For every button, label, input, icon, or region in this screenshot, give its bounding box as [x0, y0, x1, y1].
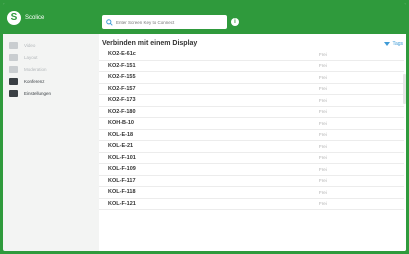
logo-icon: S [7, 11, 21, 25]
display-name: KOL-F-121 [108, 200, 136, 207]
display-status: Frei [319, 120, 327, 126]
display-name: KOL-F-101 [108, 154, 136, 161]
display-status: Frei [319, 63, 327, 69]
tags-label: Tags [392, 41, 403, 47]
tags-filter[interactable]: Tags [384, 41, 403, 47]
sidebar: Video Layout Moderation Konferenz Einstellun… [3, 39, 93, 99]
display-row[interactable]: KOL-E-21 Frei [99, 141, 404, 153]
layout-icon [9, 53, 18, 61]
filter-icon [384, 42, 391, 46]
display-row[interactable]: KO2-F-173 Frei [99, 95, 404, 107]
display-row[interactable]: KO2-E-61c Frei [99, 49, 404, 61]
sidebar-item-label: Layout [24, 54, 38, 60]
display-name: KOL-E-21 [108, 143, 134, 150]
video-icon [9, 41, 18, 49]
display-row[interactable]: KO2-F-180 Frei [99, 107, 404, 118]
display-status: Frei [319, 97, 327, 103]
display-name: KO2-F-180 [108, 108, 136, 115]
display-name: KOH-B-10 [108, 120, 134, 127]
display-row[interactable]: KO2-F-155 Frei [99, 72, 404, 84]
display-status: Frei [319, 155, 327, 161]
display-list-panel: Verbinden mit einem Display Tags KO2-E-6… [99, 34, 406, 251]
search-box[interactable] [102, 15, 227, 29]
display-name: KO2-F-155 [108, 74, 136, 81]
sidebar-item-video[interactable]: Video [3, 39, 93, 51]
brand-name: Scolice [25, 15, 45, 21]
display-row[interactable]: KOL-F-118 Frei [99, 187, 404, 199]
info-button[interactable]: i [231, 18, 239, 26]
sidebar-item-label: Einstellungen [24, 90, 52, 96]
display-status: Frei [319, 86, 327, 92]
sidebar-item-label: Video [24, 42, 36, 48]
sidebar-item-moderation[interactable]: Moderation [3, 63, 93, 75]
display-status: Frei [319, 109, 327, 115]
display-status: Frei [319, 132, 327, 138]
app-frame: S Scolice i Video Layout Moderation Konfere… [3, 3, 406, 251]
display-row[interactable]: KOL-F-121 Frei [99, 199, 404, 210]
top-bar: S Scolice i [3, 3, 406, 34]
gear-icon [9, 89, 18, 97]
display-name: KO2-F-173 [108, 97, 136, 104]
display-status: Frei [319, 143, 327, 149]
display-row[interactable]: KOL-F-117 Frei [99, 176, 404, 187]
display-status: Frei [319, 178, 327, 184]
display-row[interactable]: KOH-B-10 Frei [99, 118, 404, 130]
display-row[interactable]: KO2-F-157 Frei [99, 84, 404, 95]
brand[interactable]: S Scolice [7, 11, 44, 25]
display-name: KOL-E-18 [108, 131, 134, 138]
display-status: Frei [319, 201, 327, 207]
page-title: Verbinden mit einem Display [102, 40, 198, 47]
display-status: Frei [319, 189, 327, 195]
sidebar-item-label: Konferenz [24, 78, 45, 84]
sidebar-item-konferenz[interactable]: Konferenz [3, 75, 93, 87]
sidebar-item-layout[interactable]: Layout [3, 51, 93, 63]
sidebar-item-label: Moderation [24, 66, 47, 72]
display-name: KO2-E-61c [108, 51, 136, 58]
display-row[interactable]: KOL-F-109 Frei [99, 164, 404, 176]
display-status: Frei [319, 166, 327, 172]
display-status: Frei [319, 74, 327, 80]
display-row[interactable]: KO2-F-151 Frei [99, 61, 404, 72]
sidebar-item-einstellungen[interactable]: Einstellungen [3, 87, 93, 99]
display-row[interactable]: KOL-E-18 Frei [99, 130, 404, 141]
search-icon [106, 18, 113, 26]
users-icon [9, 65, 18, 73]
display-name: KO2-F-151 [108, 62, 136, 69]
camera-icon [9, 77, 18, 85]
display-list: KO2-E-61c Frei KO2-F-151 Frei KO2-F-155 Frei K… [99, 49, 404, 210]
display-name: KOL-F-109 [108, 166, 136, 173]
display-row[interactable]: KOL-F-101 Frei [99, 153, 404, 164]
scrollbar[interactable] [403, 74, 406, 104]
display-name: KOL-F-117 [108, 177, 136, 184]
screen-key-input[interactable] [116, 19, 224, 25]
display-name: KO2-F-157 [108, 85, 136, 92]
display-name: KOL-F-118 [108, 189, 136, 196]
display-status: Frei [319, 51, 327, 57]
